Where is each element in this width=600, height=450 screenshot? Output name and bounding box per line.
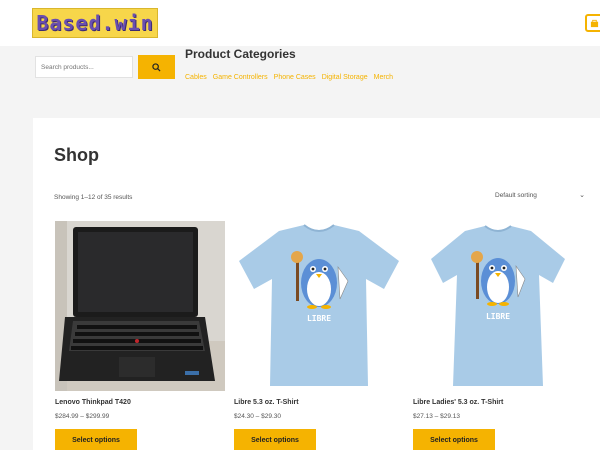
logo-text: Based.win xyxy=(36,11,154,35)
shirt-print-text: LIBRE xyxy=(486,312,510,321)
sorting-select[interactable]: Default sorting ⌄ xyxy=(495,188,585,202)
categories-title: Product Categories xyxy=(185,47,296,61)
search-input[interactable] xyxy=(35,56,133,78)
chevron-down-icon: ⌄ xyxy=(579,192,585,199)
shirt-print-text: LIBRE xyxy=(307,314,331,323)
cart-icon[interactable] xyxy=(585,14,600,32)
shop-content: Shop Showing 1–12 of 35 results Default … xyxy=(33,118,600,450)
search-button[interactable] xyxy=(138,55,175,79)
product-price: $24.30 – $29.30 xyxy=(234,413,281,420)
product-name[interactable]: Libre 5.3 oz. T-Shirt xyxy=(234,399,299,406)
tshirt-ladies-image: LIBRE xyxy=(413,221,583,391)
product-name[interactable]: Libre Ladies' 5.3 oz. T-Shirt xyxy=(413,399,503,406)
category-link-cables[interactable]: Cables xyxy=(185,74,207,81)
tshirt-image: LIBRE xyxy=(234,221,404,391)
product-card: Lenovo Thinkpad T420 $284.99 – $299.99 S… xyxy=(55,221,225,450)
product-price: $284.99 – $299.99 xyxy=(55,413,110,420)
tshirt-libre-photo[interactable]: LIBRE xyxy=(234,221,404,391)
categories-list: Cables Game Controllers Phone Cases Digi… xyxy=(185,74,393,81)
category-link-game-controllers[interactable]: Game Controllers xyxy=(213,74,268,81)
product-price: $27.13 – $29.13 xyxy=(413,413,460,420)
sorting-value: Default sorting xyxy=(495,191,537,199)
page-title: Shop xyxy=(54,145,99,165)
site-logo[interactable]: Based.win xyxy=(32,8,158,38)
select-options-button[interactable]: Select options xyxy=(413,429,495,450)
result-count: Showing 1–12 of 35 results xyxy=(54,194,133,201)
site-header: Based.win xyxy=(0,0,600,46)
select-options-button[interactable]: Select options xyxy=(234,429,316,450)
cart-glyph-icon xyxy=(590,19,598,27)
product-card: LIBRE Libre 5.3 oz. T-Shirt $24.30 – $29… xyxy=(234,221,404,450)
category-link-phone-cases[interactable]: Phone Cases xyxy=(274,74,316,81)
select-options-button[interactable]: Select options xyxy=(55,429,137,450)
tshirt-libre-ladies-photo[interactable]: LIBRE xyxy=(413,221,583,391)
search-icon xyxy=(152,62,161,72)
category-link-merch[interactable]: Merch xyxy=(374,74,393,81)
product-name[interactable]: Lenovo Thinkpad T420 xyxy=(55,399,131,406)
product-card: LIBRE Libre Ladies' 5.3 oz. T-Shirt $27.… xyxy=(413,221,583,450)
category-link-digital-storage[interactable]: Digital Storage xyxy=(322,74,368,81)
laptop-image xyxy=(55,221,225,391)
laptop-photo[interactable] xyxy=(55,221,225,391)
header-row: Product Categories Cables Game Controlle… xyxy=(0,46,600,96)
